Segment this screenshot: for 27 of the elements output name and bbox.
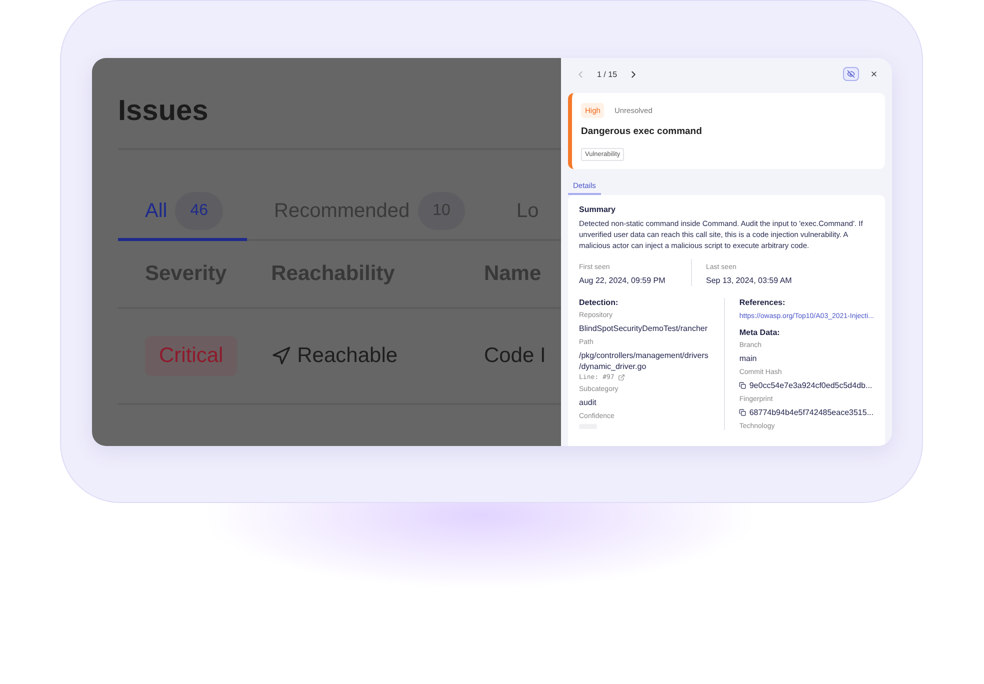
copy-icon[interactable] bbox=[739, 382, 746, 389]
table-cell: Reachable bbox=[297, 344, 398, 368]
tab[interactable]: All 46 bbox=[118, 192, 248, 241]
field-value: BlindSpotSecurityDemoTest/rancher bbox=[579, 323, 709, 334]
close-icon[interactable] bbox=[870, 70, 878, 78]
external-link-icon[interactable] bbox=[618, 374, 626, 380]
pager-text: 1 / 15 bbox=[597, 70, 618, 78]
copy-icon[interactable] bbox=[739, 409, 746, 416]
issue-title: Dangerous exec command bbox=[581, 126, 703, 137]
count-pill: 46 bbox=[175, 192, 224, 230]
path-value: /pkg/controllers/management/drivers /dynamic_driver.go bbox=[579, 350, 710, 372]
section-heading: Meta Data: bbox=[739, 328, 781, 337]
eye-off-icon[interactable] bbox=[847, 70, 855, 78]
hash-value: 9e0cc54e7e3a924cf0ed5c5d4db... bbox=[749, 380, 872, 391]
page-title: Issues bbox=[118, 94, 210, 128]
navigation-arrow-icon bbox=[271, 346, 292, 366]
table-cell: Code I bbox=[484, 344, 546, 368]
field-value: Aug 22, 2024, 09:59 PM bbox=[579, 275, 666, 286]
severity-badge: Critical bbox=[145, 336, 238, 376]
section-heading: References: bbox=[739, 298, 786, 307]
section-heading: Detection: bbox=[579, 298, 620, 307]
field-value: main bbox=[739, 353, 758, 364]
hide-button[interactable] bbox=[843, 67, 859, 81]
section-heading: Summary bbox=[579, 205, 616, 214]
field-value: audit bbox=[579, 397, 598, 408]
field-value: Sep 13, 2024, 03:59 AM bbox=[706, 275, 793, 286]
hash-value: 68774b94b4e5f742485eace3515... bbox=[749, 407, 874, 418]
